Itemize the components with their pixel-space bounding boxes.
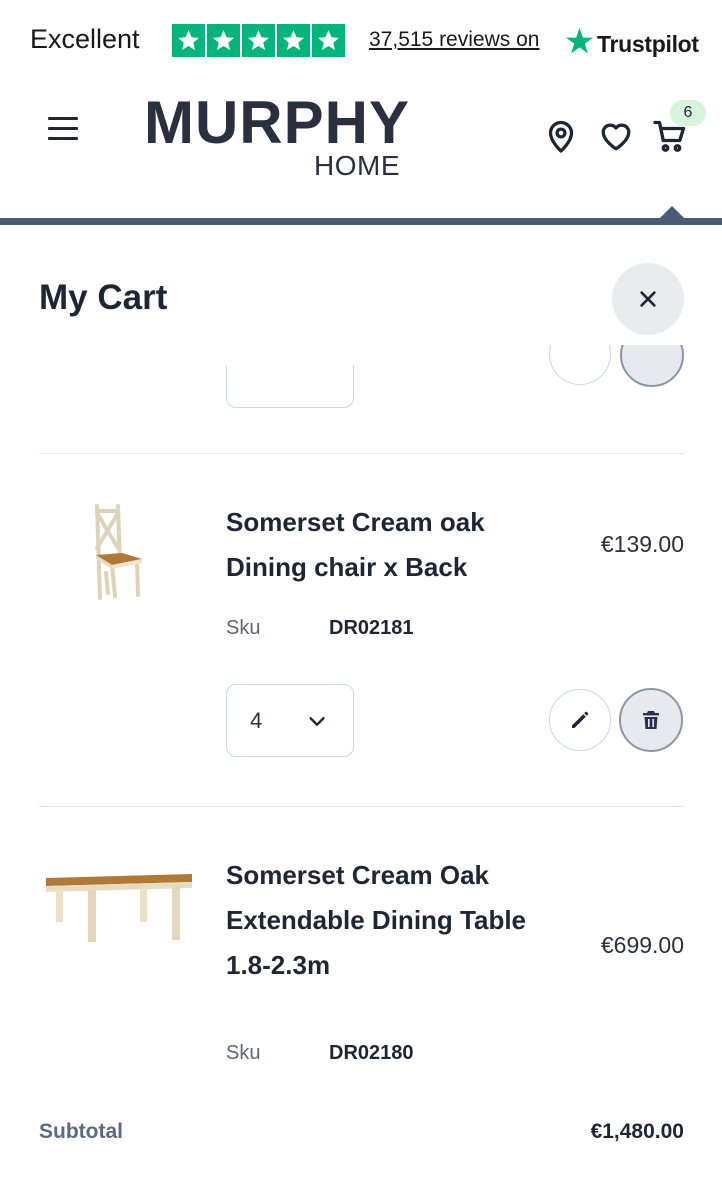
- sku-value: DR02180: [329, 1042, 414, 1064]
- edit-button[interactable]: [549, 345, 611, 403]
- chevron-down-icon: [309, 716, 325, 726]
- reviews-link[interactable]: 37,515 reviews on: [369, 28, 539, 52]
- trustpilot-star-icon: [564, 26, 595, 57]
- trustpilot-brand: Trustpilot: [597, 31, 699, 57]
- trustpilot-logo[interactable]: Trustpilot: [564, 25, 699, 58]
- subtotal-label: Subtotal: [39, 1120, 123, 1143]
- cart-panel: My Cart Somerset Cream oak Dining chair …: [0, 225, 722, 1200]
- quantity-select[interactable]: 4: [226, 684, 354, 757]
- star-icon: [312, 24, 345, 57]
- product-price: €699.00: [600, 932, 684, 958]
- delete-button[interactable]: [619, 688, 683, 752]
- location-pin-icon[interactable]: [543, 118, 579, 154]
- heart-icon[interactable]: [598, 118, 634, 154]
- delete-button[interactable]: [620, 345, 684, 403]
- logo-main-text: MURPHY: [144, 89, 411, 156]
- product-price: €139.00: [600, 531, 684, 557]
- trustpilot-bar: Excellent 37,515 reviews on Trustpilot: [0, 0, 722, 82]
- close-icon: [640, 291, 656, 307]
- site-header: MURPHY HOME 6: [0, 82, 722, 222]
- divider: [39, 806, 684, 807]
- cart-count-badge: 6: [670, 100, 706, 126]
- product-name[interactable]: Somerset Cream Oak Extendable Dining Tab…: [226, 853, 566, 988]
- quantity-select[interactable]: [226, 365, 354, 408]
- product-name[interactable]: Somerset Cream oak Dining chair x Back: [226, 500, 566, 590]
- star-icon: [207, 24, 240, 57]
- edit-button[interactable]: [549, 689, 611, 751]
- sku-label: Sku: [226, 617, 261, 639]
- cart-title: My Cart: [39, 278, 168, 317]
- trustpilot-stars: [172, 24, 345, 57]
- trash-icon: [643, 711, 659, 729]
- header-divider: [0, 218, 722, 225]
- logo-sub-text: HOME: [314, 150, 400, 181]
- star-icon: [172, 24, 205, 57]
- table-product-image[interactable]: [44, 868, 194, 943]
- rating-label: Excellent: [30, 24, 140, 54]
- star-icon: [277, 24, 310, 57]
- sku-label: Sku: [226, 1042, 261, 1064]
- sku-value: DR02181: [329, 617, 414, 639]
- quantity-value: 4: [250, 707, 263, 733]
- subtotal-value: €1,480.00: [590, 1120, 684, 1143]
- menu-icon[interactable]: [48, 117, 80, 145]
- close-cart-button[interactable]: [612, 263, 684, 335]
- divider: [39, 453, 684, 454]
- chair-product-image[interactable]: [82, 503, 152, 603]
- star-icon: [242, 24, 275, 57]
- site-logo[interactable]: MURPHY HOME: [144, 89, 414, 182]
- pencil-icon: [572, 711, 589, 728]
